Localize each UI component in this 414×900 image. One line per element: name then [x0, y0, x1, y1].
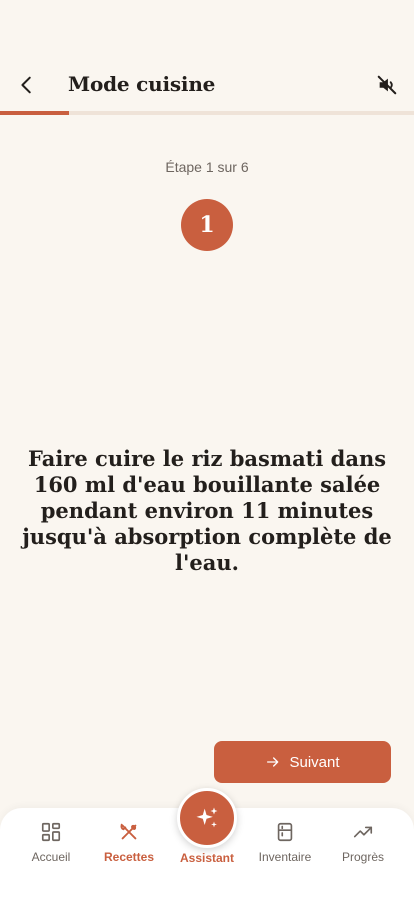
- trending-up-icon: [351, 820, 375, 844]
- fridge-icon: [273, 820, 297, 844]
- progress-bar: [0, 111, 414, 115]
- utensils-icon: [117, 820, 141, 844]
- app-header: Mode cuisine: [0, 62, 414, 108]
- nav-item-inventaire[interactable]: Inventaire: [246, 820, 324, 864]
- page-title: Mode cuisine: [68, 72, 216, 96]
- progress-fill: [0, 111, 69, 115]
- nav-item-assistant[interactable]: Assistant: [175, 788, 239, 865]
- next-button[interactable]: Suivant: [214, 741, 391, 783]
- next-button-label: Suivant: [289, 753, 340, 771]
- back-button[interactable]: [10, 68, 44, 102]
- volume-mute-icon: [377, 75, 397, 95]
- nav-label-progres: Progrès: [341, 850, 385, 864]
- chevron-left-icon: [21, 76, 31, 94]
- dashboard-icon: [39, 820, 63, 844]
- step-counter: Étape 1 sur 6: [165, 159, 249, 175]
- nav-label-inventaire: Inventaire: [258, 850, 312, 864]
- nav-item-recettes[interactable]: Recettes: [90, 820, 168, 864]
- sparkles-icon: [196, 807, 218, 828]
- nav-label-assistant: Assistant: [179, 851, 235, 865]
- nav-item-accueil[interactable]: Accueil: [12, 820, 90, 864]
- mute-button[interactable]: [370, 68, 404, 102]
- step-instruction: Faire cuire le riz basmati dans 160 ml d…: [22, 446, 392, 575]
- assistant-button[interactable]: [177, 788, 237, 848]
- nav-label-accueil: Accueil: [31, 850, 71, 864]
- nav-label-recettes: Recettes: [103, 850, 155, 864]
- nav-item-progres[interactable]: Progrès: [324, 820, 402, 864]
- arrow-right-icon: [267, 757, 279, 767]
- step-number-badge: 1: [181, 199, 233, 251]
